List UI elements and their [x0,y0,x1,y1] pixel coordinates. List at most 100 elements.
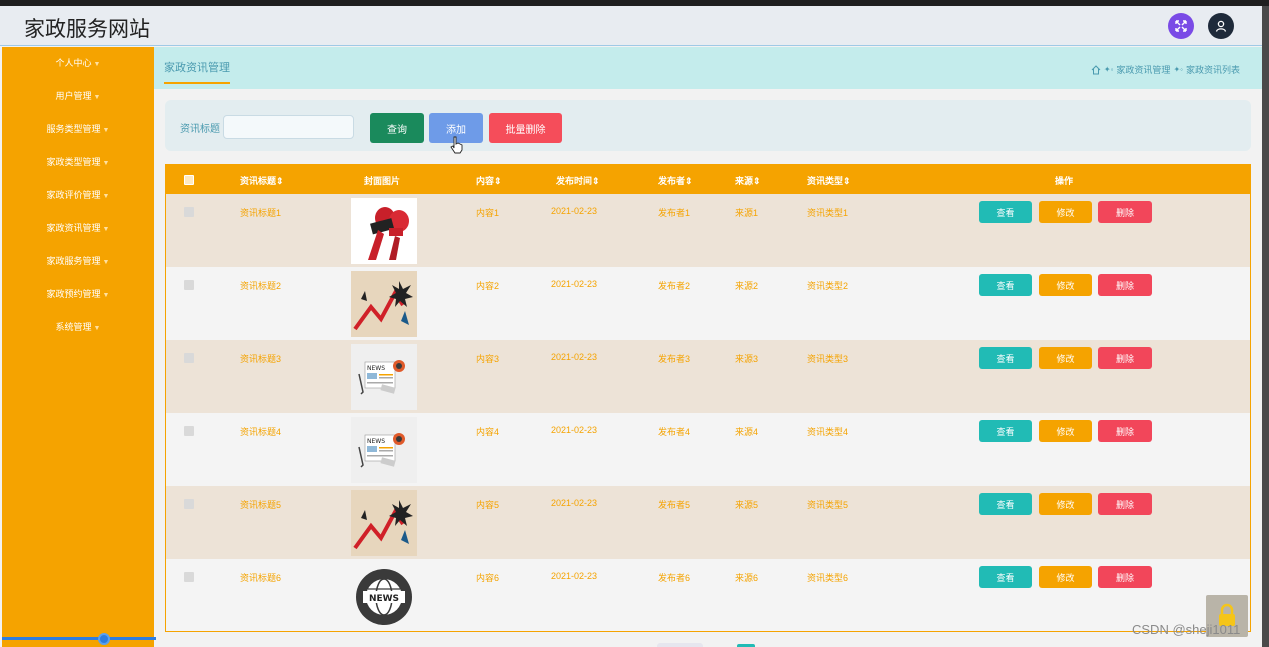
column-header-publisher[interactable]: 发布者⇕ [658,174,693,187]
cell-title: 资讯标题1 [240,208,282,218]
cover-image: NEWS [351,417,417,483]
sidebar-item-service-types[interactable]: 服务类型管理 ▼ [2,119,154,139]
pagination[interactable] [657,643,703,647]
view-button[interactable]: 查看 [979,420,1032,442]
batch-delete-button[interactable]: 批量删除 [489,113,562,143]
edit-button[interactable]: 修改 [1039,274,1092,296]
cell-source: 来源2 [735,281,759,291]
cell-content: 内容6 [476,573,500,583]
column-header-content[interactable]: 内容⇕ [476,174,502,187]
row-checkbox[interactable] [184,207,194,217]
table-row: 资讯标题3 NEWS 内容3 2021-02-23 发布者3 来源3 资讯类型3 查看 修改 删除 [166,340,1250,413]
cover-image: NEWS [351,344,417,410]
hand-cursor-icon [450,136,463,154]
sort-icon: ⇕ [592,176,600,186]
sidebar-item-housekeeping-types[interactable]: 家政类型管理 ▼ [2,152,154,172]
cell-title: 资讯标题6 [240,573,282,583]
row-checkbox[interactable] [184,572,194,582]
tab-news-management[interactable]: 家政资讯管理 [164,59,230,84]
cell-publisher: 发布者4 [658,427,691,437]
sidebar-item-personal-center[interactable]: 个人中心 ▼ [2,53,154,73]
cell-source: 来源6 [735,573,759,583]
delete-button[interactable]: 删除 [1098,347,1152,369]
column-header-time[interactable]: 发布时间⇕ [556,174,600,187]
row-checkbox[interactable] [184,426,194,436]
chevron-down-icon: ▼ [102,226,110,233]
cell-time: 2021-02-23 [551,498,598,508]
cell-title: 资讯标题3 [240,354,282,364]
view-button[interactable]: 查看 [979,201,1032,223]
select-all-checkbox[interactable] [184,175,194,185]
window-edge [1262,6,1269,647]
search-bar: 资讯标题 查询 添加 批量删除 [165,100,1251,154]
row-checkbox[interactable] [184,280,194,290]
column-header-source[interactable]: 来源⇕ [735,174,761,187]
search-input[interactable] [223,115,354,139]
cell-source: 来源3 [735,354,759,364]
cell-content: 内容2 [476,281,500,291]
app-window: 家政服务网站 个人中心 ▼ 用户管理 ▼ 服务类型管理 ▼ 家政类型管理 ▼ 家政评价管… [0,6,1262,647]
cell-publisher: 发布者1 [658,208,691,218]
cell-content: 内容5 [476,500,500,510]
view-button[interactable]: 查看 [979,566,1032,588]
chevron-down-icon: ▼ [102,292,110,299]
edit-button[interactable]: 修改 [1039,201,1092,223]
cell-publisher: 发布者3 [658,354,691,364]
view-button[interactable]: 查看 [979,274,1032,296]
cell-content: 内容3 [476,354,500,364]
delete-button[interactable]: 删除 [1098,201,1152,223]
view-button[interactable]: 查看 [979,493,1032,515]
sort-icon: ⇕ [276,176,284,186]
breadcrumb-item[interactable]: 家政资讯管理 [1116,63,1170,76]
chevron-down-icon: ▼ [93,94,101,101]
sidebar-item-system[interactable]: 系统管理 ▼ [2,317,154,337]
delete-button[interactable]: 删除 [1098,493,1152,515]
sidebar-item-services[interactable]: 家政服务管理 ▼ [2,251,154,271]
column-header-cover: 封面图片 [364,176,401,186]
row-checkbox[interactable] [184,499,194,509]
edit-button[interactable]: 修改 [1039,493,1092,515]
delete-button[interactable]: 删除 [1098,420,1152,442]
chevron-down-icon: ▼ [93,325,101,332]
sidebar-item-news[interactable]: 家政资讯管理 ▼ [2,218,154,238]
column-header-type[interactable]: 资讯类型⇕ [807,174,851,187]
table-row: 资讯标题2 内容2 2021-02-23 发布者2 来源2 资讯类型2 查看 修改 删除 [166,267,1250,340]
svg-text:NEWS: NEWS [367,438,385,445]
cell-content: 内容4 [476,427,500,437]
cell-time: 2021-02-23 [551,571,598,581]
table-row: 资讯标题4 NEWS 内容4 2021-02-23 发布者4 来源4 资讯类型4 查看 修改 删除 [166,413,1250,486]
sidebar-item-users[interactable]: 用户管理 ▼ [2,86,154,106]
table-row: 资讯标题5 内容5 2021-02-23 发布者5 来源5 资讯类型5 查看 修改 删除 [166,486,1250,559]
delete-button[interactable]: 删除 [1098,274,1152,296]
cell-time: 2021-02-23 [551,279,598,289]
search-label: 资讯标题 [180,124,220,135]
scrollbar-handle[interactable] [98,633,110,645]
tab-bar: 家政资讯管理 ✦◦ 家政资讯管理 ✦◦ 家政资讯列表 [154,47,1262,89]
cell-title: 资讯标题5 [240,500,282,510]
row-checkbox[interactable] [184,353,194,363]
cell-publisher: 发布者6 [658,573,691,583]
cell-time: 2021-02-23 [551,425,598,435]
table-row: 资讯标题6 NEWS 内容6 2021-02-23 发布者6 来源6 资讯类型6 查看 修改 删除 [166,559,1250,631]
delete-button[interactable]: 删除 [1098,566,1152,588]
cell-type: 资讯类型1 [807,208,849,218]
sort-icon: ⇕ [753,176,761,186]
breadcrumb-item-current: 家政资讯列表 [1185,65,1240,75]
edit-button[interactable]: 修改 [1039,347,1092,369]
cover-image [351,271,417,337]
sidebar-item-bookings[interactable]: 家政预约管理 ▼ [2,284,154,304]
sidebar-item-reviews[interactable]: 家政评价管理 ▼ [2,185,154,205]
home-icon[interactable] [1091,64,1101,75]
svg-text:NEWS: NEWS [369,594,399,604]
user-icon[interactable] [1208,13,1234,39]
table-row: 资讯标题1 内容1 2021-02-23 发布者1 来源1 资讯类型1 查看 修改 删除 [166,194,1250,267]
scrollbar-track[interactable] [2,637,156,640]
cover-image [351,198,417,264]
view-button[interactable]: 查看 [979,347,1032,369]
edit-button[interactable]: 修改 [1039,566,1092,588]
query-button[interactable]: 查询 [370,113,424,143]
edit-button[interactable]: 修改 [1039,420,1092,442]
column-header-title[interactable]: 资讯标题⇕ [240,174,284,187]
svg-text:NEWS: NEWS [367,365,385,372]
expand-icon[interactable] [1168,13,1194,39]
